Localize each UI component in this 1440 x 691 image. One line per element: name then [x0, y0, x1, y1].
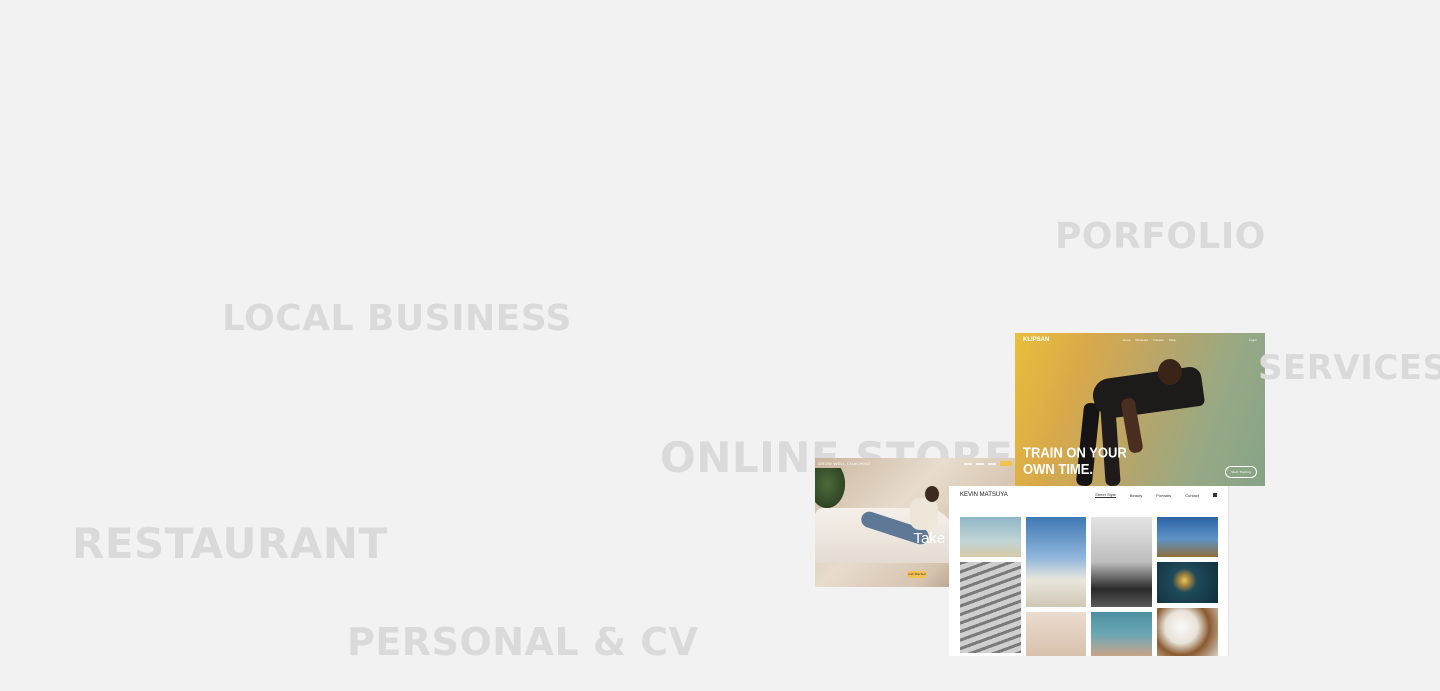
nav-link: Shop: [1168, 338, 1176, 342]
preview-nav-links: [964, 461, 1012, 466]
nav-link: Contact: [1185, 492, 1199, 498]
nav-link: Beauty: [1129, 492, 1143, 498]
preview-cta-button: Get Started: [907, 571, 927, 578]
headline-line-1: TRAIN ON YOUR: [1023, 443, 1127, 462]
gallery-photo: [1026, 612, 1086, 656]
athlete-image: [1158, 359, 1182, 385]
gallery-photo: [1157, 562, 1218, 603]
gallery-photo: [1157, 517, 1218, 557]
preview-brand: KEVIN MATSUYA: [960, 492, 1008, 498]
preview-brand: GROW WELL COACHING: [818, 461, 871, 466]
nav-link-placeholder: [964, 462, 972, 465]
plant-image: [815, 468, 845, 508]
nav-link: Trainers: [1152, 338, 1164, 342]
preview-nav: GROW WELL COACHING: [815, 458, 1015, 469]
category-personal-cv[interactable]: PERSONAL & CV: [347, 620, 699, 664]
preview-cta-button: Start Training: [1225, 466, 1257, 478]
category-local-business[interactable]: LOCAL BUSINESS: [222, 298, 572, 339]
athlete-image: [1090, 365, 1206, 421]
gallery-photo: [1026, 517, 1086, 607]
gallery-photo: [1091, 612, 1152, 656]
nav-link: Portraits: [1156, 492, 1172, 498]
nav-link-placeholder: [976, 462, 984, 465]
gallery-photo: [960, 562, 1021, 653]
preview-nav: KEVIN MATSUYA Street Style Beauty Portra…: [949, 486, 1228, 504]
preview-nav-links: Street Style Beauty Portraits Contact: [1095, 492, 1217, 498]
category-services[interactable]: SERVICES: [1258, 348, 1440, 388]
person-image: [910, 498, 938, 530]
preview-nav-links: About Workouts Trainers Shop: [1122, 338, 1175, 342]
person-image: [925, 486, 939, 502]
headline-line-2: OWN TIME.: [1023, 459, 1094, 478]
cart-icon: [1213, 493, 1217, 497]
preview-nav: KLIPSAN About Workouts Trainers Shop Log…: [1015, 333, 1265, 347]
gallery-photo: [1091, 517, 1152, 607]
nav-link: Workouts: [1135, 338, 1148, 342]
gallery-photo: [1157, 608, 1218, 656]
template-preview-fitness[interactable]: KLIPSAN About Workouts Trainers Shop Log…: [1015, 333, 1265, 486]
nav-cta: [1000, 461, 1012, 466]
nav-login: Login: [1248, 338, 1257, 342]
nav-link-placeholder: [988, 462, 996, 465]
preview-headline: TRAIN ON YOUR OWN TIME.: [1023, 443, 1127, 478]
template-preview-portfolio[interactable]: KEVIN MATSUYA Street Style Beauty Portra…: [949, 486, 1229, 656]
category-restaurant[interactable]: RESTAURANT: [72, 519, 388, 568]
preview-brand: KLIPSAN: [1023, 337, 1050, 343]
nav-link: Street Style: [1095, 492, 1116, 498]
category-portfolio[interactable]: PORFOLIO: [1055, 216, 1266, 257]
gallery-photo: [960, 517, 1021, 557]
nav-link: About: [1122, 338, 1131, 342]
